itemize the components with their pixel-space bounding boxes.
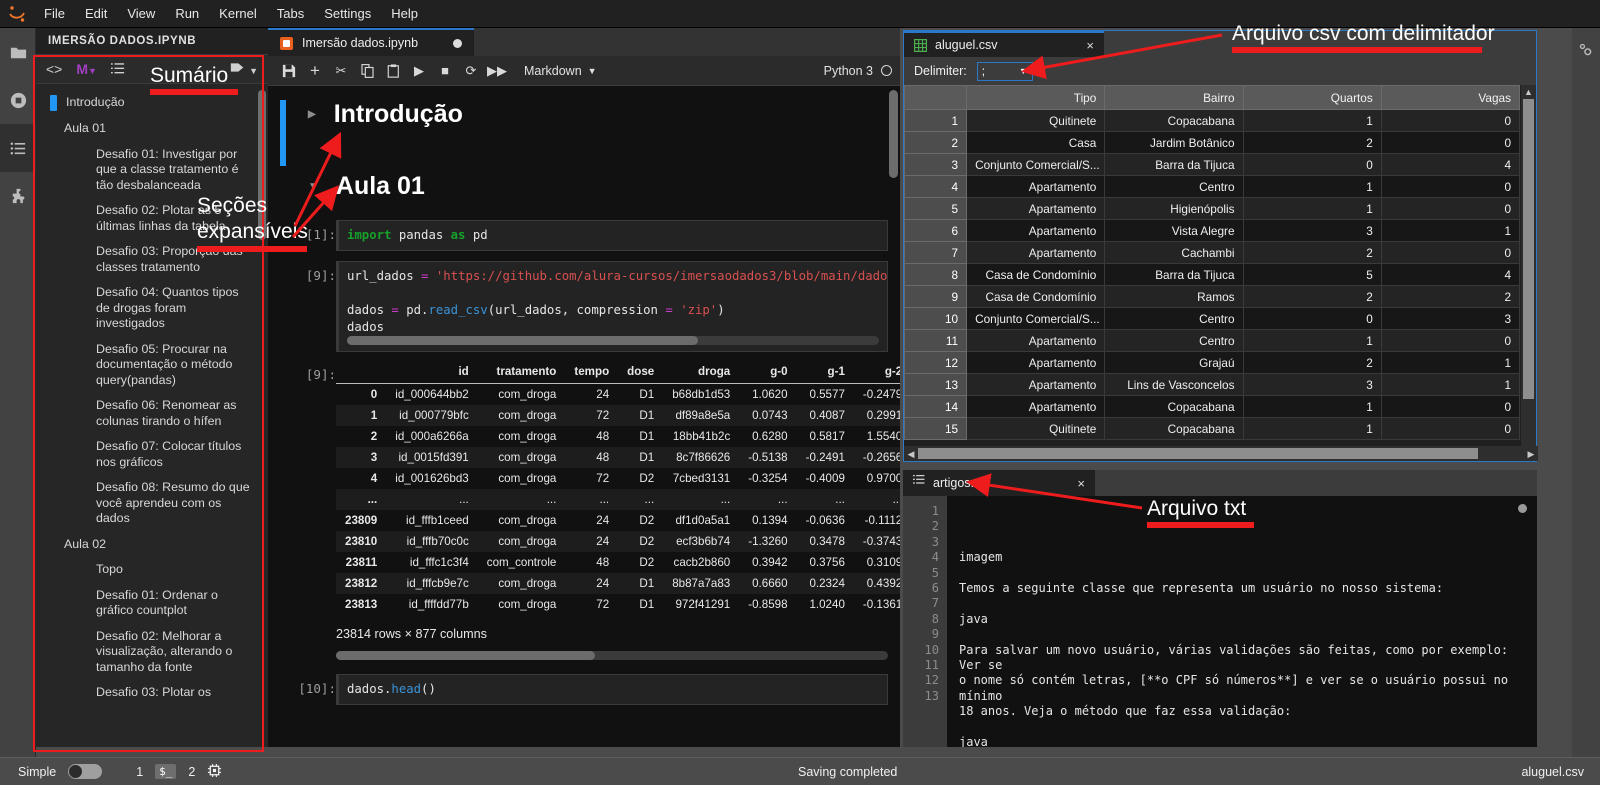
arrow-to-delimiter — [1021, 33, 1223, 80]
arrow-to-txt-tab — [966, 473, 1143, 510]
jupyterlab-window: File Edit View Run Kernel Tabs Settings … — [0, 0, 1600, 785]
annotation-arrows — [291, 33, 1223, 510]
